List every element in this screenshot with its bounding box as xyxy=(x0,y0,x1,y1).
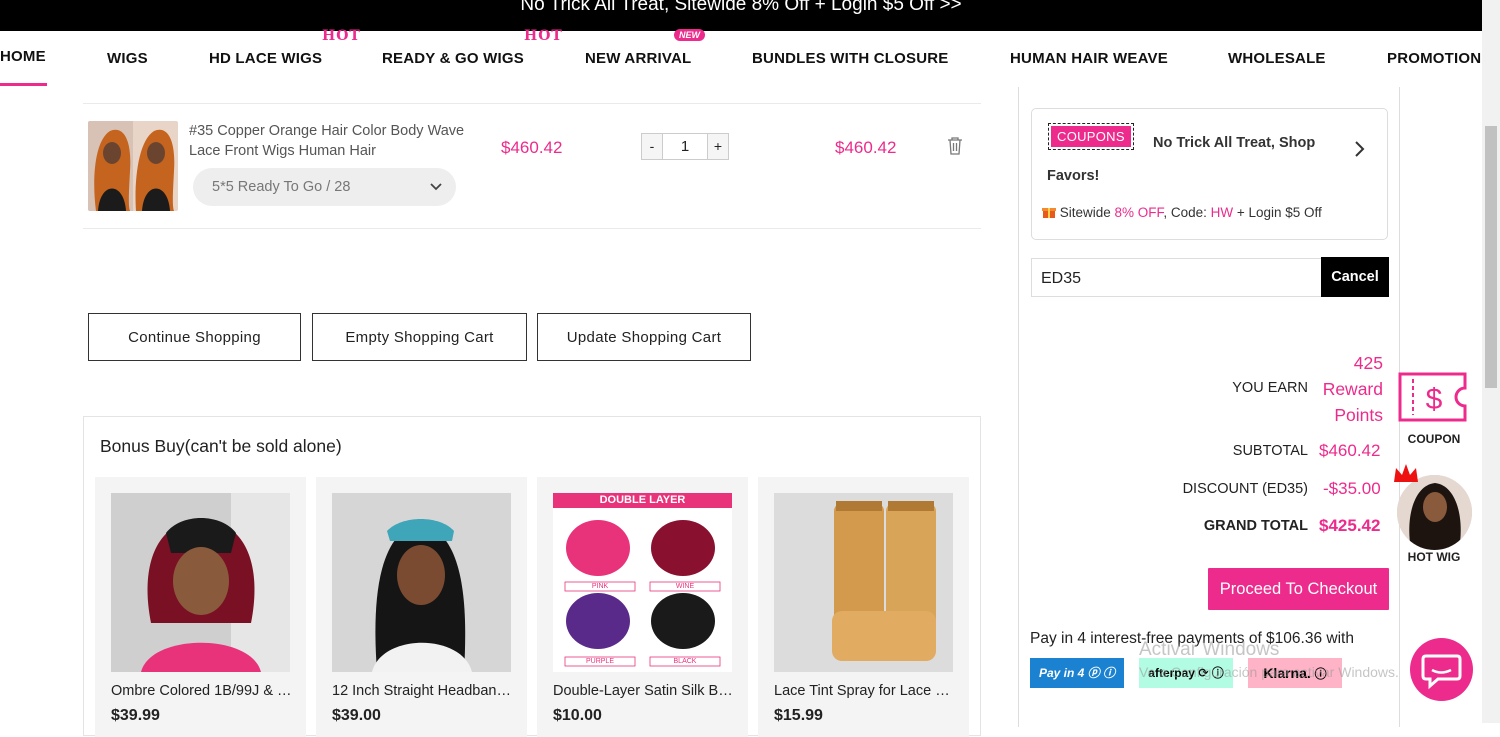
reward-points-unit: Points xyxy=(1334,405,1383,425)
bonus-item-name[interactable]: Ombre Colored 1B/99J & Burgundy Bob Wig xyxy=(111,683,295,699)
help-icon[interactable]: ⓟ ⓘ xyxy=(1088,666,1115,680)
update-cart-button[interactable]: Update Shopping Cart xyxy=(537,313,751,361)
quantity-stepper: - 1 + xyxy=(641,133,729,160)
nav-item-promotion[interactable]: PROMOTION xyxy=(1387,50,1481,67)
product-thumbnail[interactable] xyxy=(88,121,178,211)
hot-badge: HOT xyxy=(524,28,563,44)
coupon-title: No Trick All Treat, Shop Favors! xyxy=(1047,135,1316,184)
announcement-text: No Trick All Treat, Sitewide 8% Off + Lo… xyxy=(520,0,962,15)
empty-cart-button[interactable]: Empty Shopping Cart xyxy=(312,313,527,361)
windows-watermark: Ve a Configuración para activar Windows. xyxy=(1139,664,1399,680)
bonus-buy-title: Bonus Buy(can't be sold alone) xyxy=(100,436,342,456)
reward-points-unit: Reward xyxy=(1322,379,1383,399)
subtotal-value: $460.42 xyxy=(1319,441,1381,460)
reward-points-value: 425 xyxy=(1353,353,1383,373)
chat-icon[interactable] xyxy=(1410,638,1473,701)
coupon-note-percent: 8% OFF xyxy=(1114,205,1164,220)
coupon-note-code: HW xyxy=(1210,205,1234,220)
chevron-right-icon[interactable] xyxy=(1354,139,1366,165)
bonus-item-image[interactable] xyxy=(111,493,290,672)
variant-value: 5*5 Ready To Go / 28 xyxy=(212,179,351,195)
crown-icon xyxy=(1392,462,1420,491)
bonus-item-name[interactable]: Double-Layer Satin Silk Bonnet xyxy=(553,683,737,699)
nav-active-indicator xyxy=(0,83,47,86)
paypal-label: Pay in 4 xyxy=(1038,666,1085,680)
discount-label: DISCOUNT (ED35) xyxy=(1182,481,1308,497)
chevron-down-icon xyxy=(430,168,442,221)
subtotal-label: SUBTOTAL xyxy=(1232,443,1308,459)
bonus-item-image[interactable]: DOUBLE LAYER PINK WINE PURPLE BLACK xyxy=(553,493,732,672)
bonnet-color-label: PURPLE xyxy=(585,658,614,665)
bonus-item-image[interactable] xyxy=(332,493,511,672)
gift-icon xyxy=(1042,205,1060,220)
nav-item-wholesale[interactable]: WHOLESALE xyxy=(1228,50,1326,67)
nav-item-ready-go-wigs[interactable]: READY & GO WIGS xyxy=(382,50,524,67)
coupon-note-text: + Login $5 Off xyxy=(1233,205,1322,220)
scrollbar-thumb[interactable] xyxy=(1485,126,1497,388)
discount-value: -$35.00 xyxy=(1323,479,1381,498)
nav-item-bundles-with-closure[interactable]: BUNDLES WITH CLOSURE xyxy=(752,50,949,67)
qty-increase-button[interactable]: + xyxy=(707,133,729,160)
grand-total-label: GRAND TOTAL xyxy=(1203,518,1308,534)
bonnet-color-label: PINK xyxy=(591,583,609,590)
announcement-bar[interactable]: No Trick All Treat, Sitewide 8% Off + Lo… xyxy=(0,0,1482,31)
nav-item-hd-lace-wigs[interactable]: HD LACE WIGS xyxy=(209,50,322,67)
scrollbar[interactable] xyxy=(1482,0,1500,723)
main-nav: HOME WIGS HD LACE WIGS HOT READY & GO WI… xyxy=(0,28,1482,87)
bonus-item[interactable]: 12 Inch Straight Headband Wig $39.00 xyxy=(316,477,527,737)
hot-wig-label[interactable]: HOT WIG xyxy=(1399,550,1469,564)
bonnet-color-label: BLACK xyxy=(673,658,697,665)
hot-badge: HOT xyxy=(322,28,361,44)
qty-input[interactable]: 1 xyxy=(663,133,707,160)
unit-price: $460.42 xyxy=(501,138,563,157)
cancel-coupon-button[interactable]: Cancel xyxy=(1321,257,1389,297)
coupon-code-input[interactable]: ED35 xyxy=(1031,258,1322,297)
coupon-note-text: , Code: xyxy=(1163,205,1211,220)
bonus-item-price: $39.00 xyxy=(332,707,381,724)
bonus-item[interactable]: Ombre Colored 1B/99J & Burgundy Bob Wig … xyxy=(95,477,306,737)
product-name[interactable]: #35 Copper Orange Hair Color Body Wave L… xyxy=(189,121,479,161)
bonus-item-name[interactable]: 12 Inch Straight Headband Wig xyxy=(332,683,516,699)
continue-shopping-button[interactable]: Continue Shopping xyxy=(88,313,301,361)
variant-select[interactable]: 5*5 Ready To Go / 28 xyxy=(193,168,456,206)
reward-points: 425 Reward Points xyxy=(1317,350,1383,428)
line-subtotal: $460.42 xyxy=(835,138,897,157)
divider xyxy=(83,103,981,104)
svg-text:$: $ xyxy=(1426,383,1443,416)
nav-item-new-arrival[interactable]: NEW ARRIVAL xyxy=(585,50,691,67)
bonus-item[interactable]: DOUBLE LAYER PINK WINE PURPLE BLACK Doub… xyxy=(537,477,748,737)
proceed-to-checkout-button[interactable]: Proceed To Checkout xyxy=(1208,568,1389,610)
bonus-item-price: $10.00 xyxy=(553,707,602,724)
floating-coupon-label[interactable]: COUPON xyxy=(1399,432,1469,446)
bonnet-color-label: WINE xyxy=(675,583,695,590)
qty-decrease-button[interactable]: - xyxy=(641,133,663,160)
new-badge: NEW xyxy=(674,29,705,41)
coupon-note: Sitewide 8% OFF, Code: HW + Login $5 Off xyxy=(1042,205,1322,220)
paypal-pay-in-4-logo[interactable]: Pay in 4 ⓟ ⓘ xyxy=(1030,658,1124,688)
bonus-item-price: $15.99 xyxy=(774,707,823,724)
trash-icon[interactable] xyxy=(947,137,963,155)
divider xyxy=(83,228,981,229)
coupon-note-text: Sitewide xyxy=(1059,205,1115,220)
bonus-item[interactable]: Lace Tint Spray for Lace Wigs $15.99 xyxy=(758,477,969,737)
bonus-item-price: $39.99 xyxy=(111,707,160,724)
bonus-item-name[interactable]: Lace Tint Spray for Lace Wigs xyxy=(774,683,958,699)
bonus-item-image[interactable] xyxy=(774,493,953,672)
nav-item-home[interactable]: HOME xyxy=(0,48,46,65)
nav-item-human-hair-weave[interactable]: HUMAN HAIR WEAVE xyxy=(1010,50,1168,67)
windows-watermark: Activar Windows xyxy=(1139,639,1280,660)
earn-label: YOU EARN xyxy=(1232,380,1308,396)
floating-coupon-icon[interactable]: $ xyxy=(1397,371,1473,423)
grand-total-value: $425.42 xyxy=(1319,516,1381,535)
nav-item-wigs[interactable]: WIGS xyxy=(107,50,148,67)
